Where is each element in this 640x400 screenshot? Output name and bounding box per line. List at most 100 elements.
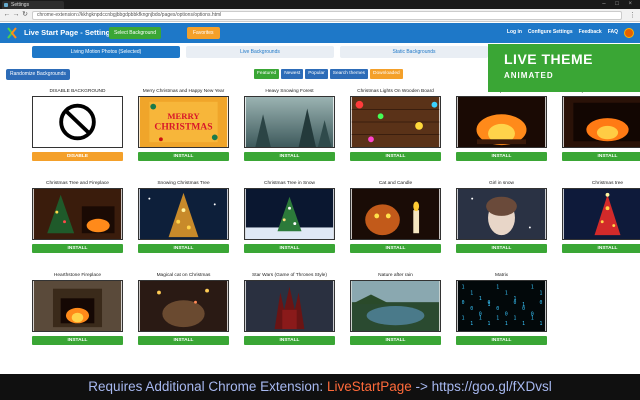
banner-link[interactable]: -> https://goo.gl/fXDvsl: [412, 379, 552, 394]
filter-search-themes[interactable]: Search themes: [329, 69, 369, 79]
select-background-button[interactable]: Select Background: [109, 27, 161, 39]
background-card[interactable]: Cat and Candle INSTALL: [350, 180, 441, 254]
svg-text:1: 1: [479, 315, 482, 321]
card-caption: Snowing Christmas Tree: [157, 181, 210, 186]
card-thumbnail[interactable]: [138, 280, 229, 332]
badge-title: LIVE THEME: [504, 51, 594, 67]
install-button[interactable]: INSTALL: [244, 152, 335, 161]
card-caption: Christmas Tree and Fireplace: [46, 181, 109, 186]
forward-arrow-icon[interactable]: →: [12, 11, 20, 19]
tab-living-motion-photos[interactable]: Living Motion Photos (Selected): [32, 46, 180, 58]
install-button[interactable]: INSTALL: [562, 244, 640, 253]
background-card[interactable]: Christmas tree INSTALL: [562, 180, 640, 254]
window-controls[interactable]: – □ ×: [602, 1, 636, 7]
card-thumbnail[interactable]: [244, 280, 335, 332]
svg-text:0: 0: [470, 306, 473, 312]
svg-text:0: 0: [462, 300, 465, 306]
card-thumbnail[interactable]: [244, 188, 335, 240]
install-button[interactable]: INSTALL: [244, 244, 335, 253]
install-button[interactable]: INSTALL: [350, 152, 441, 161]
back-arrow-icon[interactable]: ←: [3, 11, 11, 19]
svg-text:1: 1: [470, 321, 473, 327]
card-thumbnail[interactable]: [456, 188, 547, 240]
card-caption: Christmas tree: [591, 181, 624, 186]
reload-icon[interactable]: ↻: [21, 11, 29, 19]
randomize-backgrounds-button[interactable]: Randomize Backgrounds: [6, 69, 70, 80]
card-thumbnail[interactable]: [32, 280, 123, 332]
install-button[interactable]: INSTALL: [456, 244, 547, 253]
install-button[interactable]: INSTALL: [138, 244, 229, 253]
background-card[interactable]: Merry Christmas and Happy New Year MERRY C…: [138, 88, 229, 162]
install-button[interactable]: INSTALL: [32, 244, 123, 253]
svg-text:1: 1: [462, 285, 465, 291]
feedback-link[interactable]: Feedback: [579, 29, 602, 35]
install-button[interactable]: INSTALL: [138, 336, 229, 345]
install-button[interactable]: INSTALL: [456, 152, 547, 161]
background-card[interactable]: Fireplace - christmas decorationINSTALL: [562, 88, 640, 162]
install-button[interactable]: INSTALL: [350, 244, 441, 253]
install-button[interactable]: INSTALL: [138, 152, 229, 161]
install-button[interactable]: INSTALL: [244, 336, 335, 345]
filter-newest[interactable]: Newest: [281, 69, 304, 79]
app-title: Live Start Page - Settings: [24, 28, 115, 37]
background-card[interactable]: Snowing Christmas Tree INSTALL: [138, 180, 229, 254]
card-thumbnail[interactable]: 101101101101101101101101101101: [456, 280, 547, 332]
banner-extension-name[interactable]: LiveStartPage: [327, 379, 412, 394]
card-caption: Nature after rain: [378, 273, 413, 278]
svg-text:1: 1: [539, 321, 542, 327]
faq-link[interactable]: FAQ: [608, 29, 618, 35]
tab-live-backgrounds[interactable]: Live Backgrounds: [186, 46, 334, 58]
card-caption: Magical cat on Christmas: [156, 273, 211, 278]
background-card[interactable]: DISABLE BACKGROUND DISABLE: [32, 88, 123, 162]
background-card[interactable]: Nature after rain INSTALL: [350, 272, 441, 346]
card-thumbnail[interactable]: [138, 188, 229, 240]
install-button[interactable]: INSTALL: [350, 336, 441, 345]
svg-text:1: 1: [531, 315, 534, 321]
background-card[interactable]: Girl in snow INSTALL: [456, 180, 547, 254]
card-caption: Christmas Tree in Snow: [264, 181, 315, 186]
card-thumbnail[interactable]: [456, 96, 547, 148]
promo-banner: Requires Additional Chrome Extension: Li…: [0, 374, 640, 400]
filter-popular[interactable]: Popular: [305, 69, 328, 79]
install-button[interactable]: INSTALL: [456, 336, 547, 345]
card-thumbnail[interactable]: [562, 188, 640, 240]
background-card[interactable]: FireplaceINSTALL: [456, 88, 547, 162]
address-bar[interactable]: chrome-extension://kkhgknpdccnbgjbbgdpbb…: [32, 11, 622, 20]
card-caption: Matrix: [494, 273, 509, 278]
favorites-button[interactable]: Favorites: [187, 27, 220, 39]
firefox-icon[interactable]: [624, 28, 634, 38]
configure-settings-link[interactable]: Configure Settings: [528, 29, 573, 35]
card-thumbnail[interactable]: [350, 96, 441, 148]
filter-featured[interactable]: Featured: [254, 69, 280, 79]
install-button[interactable]: INSTALL: [32, 336, 123, 345]
disable-background-button[interactable]: DISABLE: [32, 152, 123, 161]
card-thumbnail[interactable]: [32, 188, 123, 240]
login-link[interactable]: Log in: [507, 29, 522, 35]
browser-menu-icon[interactable]: ⋮: [629, 11, 636, 19]
card-thumbnail[interactable]: [562, 96, 640, 148]
filter-downloaded[interactable]: Downloaded: [370, 69, 403, 79]
card-thumbnail[interactable]: [244, 96, 335, 148]
svg-text:0: 0: [539, 300, 542, 306]
background-card[interactable]: Heavy Snowing Forest INSTALL: [244, 88, 335, 162]
background-card[interactable]: Christmas Tree in Snow INSTALL: [244, 180, 335, 254]
background-card[interactable]: Star Wars (Game of Thrones Style) INSTALL: [244, 272, 335, 346]
browser-tab[interactable]: Settings: [2, 1, 64, 9]
browser-titlebar: Settings – □ ×: [0, 0, 640, 9]
banner-prefix: Requires Additional Chrome Extension:: [88, 379, 327, 394]
background-card[interactable]: Christmas Lights On Wooden Board INSTALL: [350, 88, 441, 162]
background-card[interactable]: Hearthstone Fireplace INSTALL: [32, 272, 123, 346]
card-thumbnail[interactable]: MERRY CHRISTMAS: [138, 96, 229, 148]
app-header: Live Start Page - Settings Select Backgr…: [0, 23, 640, 43]
svg-text:1: 1: [522, 321, 525, 327]
card-thumbnail[interactable]: [32, 96, 123, 148]
card-caption: Star Wars (Game of Thrones Style): [252, 273, 327, 278]
install-button[interactable]: INSTALL: [562, 152, 640, 161]
tab-static-backgrounds[interactable]: Static Backgrounds: [340, 46, 488, 58]
background-card[interactable]: Matrix 1 0 1 1 0 1 1 0 1 1 0 1 1 0 1 1 0 1 1 0 1 1 0 1 1 0 1 1 0 1 INST…: [456, 272, 547, 346]
background-card[interactable]: Magical cat on Christmas INSTALL: [138, 272, 229, 346]
background-card[interactable]: Christmas Tree and Fireplace INSTALL: [32, 180, 123, 254]
card-caption: Cat and Candle: [378, 181, 413, 186]
card-thumbnail[interactable]: [350, 280, 441, 332]
card-thumbnail[interactable]: [350, 188, 441, 240]
